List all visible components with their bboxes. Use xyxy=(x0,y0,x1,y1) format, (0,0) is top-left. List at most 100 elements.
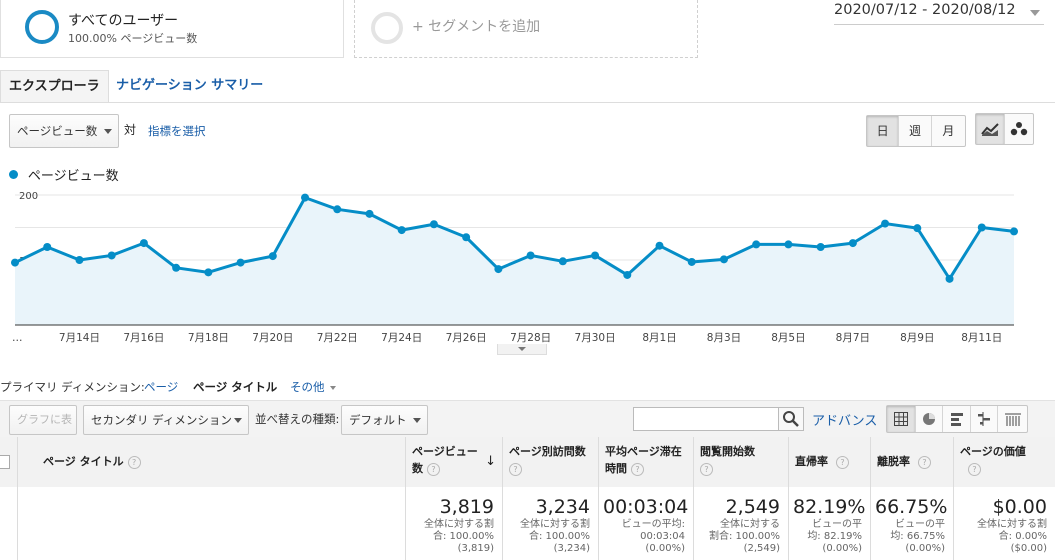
view-pivot-button[interactable] xyxy=(998,406,1027,432)
total-note-2: 均: 82.19% xyxy=(807,531,862,542)
pageviews-chart: 100200…7月14日7月16日7月18日7月20日7月22日7月24日7月2… xyxy=(11,191,1018,344)
add-segment-label: + セグメントを追加 xyxy=(412,19,541,35)
data-point xyxy=(333,205,342,214)
bar-chart-icon xyxy=(950,413,963,426)
data-point xyxy=(1010,227,1018,236)
secondary-dimension-label: セカンダリ ディメンション xyxy=(91,413,232,427)
select-all-column xyxy=(0,437,18,487)
select-all-checkbox[interactable] xyxy=(0,455,10,469)
view-performance-button[interactable] xyxy=(943,406,971,432)
data-point xyxy=(591,251,600,260)
total-value: 3,819 xyxy=(439,496,494,518)
data-point xyxy=(558,257,567,266)
interval-week-button[interactable]: 週 xyxy=(899,116,932,146)
x-tick-label: 8月9日 xyxy=(900,332,934,344)
motion-chart-button[interactable] xyxy=(1005,114,1033,144)
total-exit-rate: 66.75% ビューの平 均: 66.75% (0.00%) xyxy=(871,487,954,560)
x-tick-label: 7月22日 xyxy=(317,332,358,344)
line-chart-button[interactable] xyxy=(976,114,1005,144)
help-icon: ? xyxy=(836,455,849,469)
total-note-3: (0.00%) xyxy=(822,543,862,554)
total-value: 00:03:04 xyxy=(603,496,689,518)
dimension-other-dropdown[interactable]: その他 xyxy=(290,379,337,395)
data-point xyxy=(881,219,890,228)
data-point xyxy=(848,239,857,248)
total-note-3: (0.00%) xyxy=(645,543,685,554)
chart-type-toggle xyxy=(975,113,1034,145)
x-tick-label: 8月3日 xyxy=(707,332,741,344)
help-icon: ? xyxy=(427,462,440,476)
totals-select-cell xyxy=(0,487,18,560)
column-page-value-label: ページの価値 xyxy=(960,445,1026,458)
total-note-1: ビューの平 xyxy=(812,519,862,530)
tab-navigation-summary[interactable]: ナビゲーション サマリー xyxy=(116,70,263,102)
view-pie-button[interactable] xyxy=(916,406,944,432)
add-segment-button[interactable]: + セグメントを追加 xyxy=(354,0,698,58)
column-bounce-rate[interactable]: 直帰率? xyxy=(789,437,871,487)
sort-type-value: デフォルト xyxy=(349,413,407,427)
help-icon: ? xyxy=(631,462,644,476)
total-note-2: 均: 66.75% xyxy=(890,531,945,542)
data-point xyxy=(526,251,535,260)
help-icon: ? xyxy=(918,455,931,469)
total-note-1: 全体に対する割 xyxy=(977,519,1047,530)
x-tick-label: 7月16日 xyxy=(123,332,164,344)
legend-dot-icon xyxy=(9,170,18,179)
y-tick-label: 200 xyxy=(19,191,38,202)
data-point xyxy=(784,240,793,249)
data-point xyxy=(687,257,696,266)
help-icon: ? xyxy=(700,462,713,476)
view-type-toggle xyxy=(886,405,1028,433)
chevron-down-icon xyxy=(1030,10,1040,16)
table-search-input[interactable] xyxy=(633,407,779,431)
column-avg-time[interactable]: 平均ページ滞在 時間? xyxy=(599,437,694,487)
date-range-picker[interactable]: 2020/07/12 - 2020/08/12 xyxy=(834,2,1044,25)
interval-month-button[interactable]: 月 xyxy=(932,116,965,146)
search-button[interactable] xyxy=(778,407,804,431)
interval-day-button[interactable]: 日 xyxy=(867,116,900,146)
chart-expand-handle[interactable] xyxy=(497,344,547,355)
total-value: 2,549 xyxy=(725,496,780,518)
total-entrances: 2,549 全体に対する 割合: 100.00% (2,549) xyxy=(694,487,789,560)
totals-label-cell xyxy=(18,487,406,560)
total-value: $0.00 xyxy=(992,496,1047,518)
column-unique-pageviews[interactable]: ページ別訪問数 ? xyxy=(503,437,599,487)
total-avg-time: 00:03:04 ビューの平均: 00:03:04 (0.00%) xyxy=(599,487,694,560)
data-point xyxy=(236,258,245,267)
total-unique-pageviews: 3,234 全体に対する割 合: 100.00% (3,234) xyxy=(503,487,599,560)
interval-toggle: 日 週 月 xyxy=(866,115,966,147)
sort-type-select[interactable]: デフォルト xyxy=(341,405,428,435)
column-page-title-label: ページ タイトル xyxy=(43,455,124,468)
column-exit-rate[interactable]: 離脱率? xyxy=(871,437,954,487)
dimension-page-link[interactable]: ページ xyxy=(144,379,178,395)
dimension-page-title-selected[interactable]: ページ タイトル xyxy=(193,379,277,395)
column-pageviews-label: ページビュー xyxy=(412,445,478,458)
data-point xyxy=(719,255,728,264)
tab-divider xyxy=(0,102,1055,103)
view-comparison-button[interactable] xyxy=(971,406,999,432)
x-tick-label: 7月24日 xyxy=(381,332,422,344)
data-point xyxy=(913,224,922,233)
tab-explorer[interactable]: エクスプローラ xyxy=(0,70,109,103)
data-point xyxy=(139,239,148,248)
choose-metric-link[interactable]: 指標を選択 xyxy=(148,123,206,139)
advanced-filter-link[interactable]: アドバンス xyxy=(812,410,877,429)
chevron-down-icon xyxy=(104,129,112,134)
total-page-value: $0.00 全体に対する割 合: 0.00% ($0.00) xyxy=(954,487,1055,560)
total-note-2: 合: 100.00% xyxy=(432,531,494,542)
comparison-icon xyxy=(978,412,991,426)
view-table-button[interactable] xyxy=(887,406,916,432)
metric-select[interactable]: ページビュー数 xyxy=(9,114,119,148)
total-value: 3,234 xyxy=(535,496,590,518)
segment-all-users[interactable]: すべてのユーザー 100.00% ページビュー数 xyxy=(0,0,344,58)
secondary-dimension-select[interactable]: セカンダリ ディメンション xyxy=(83,405,249,435)
column-pageviews[interactable]: ページビュー 数? ↓ xyxy=(406,437,503,487)
plot-rows-button[interactable]: グラフに表示 xyxy=(9,405,77,454)
total-note-3: (0.00%) xyxy=(905,543,945,554)
column-page-title[interactable]: ページ タイトル? xyxy=(18,437,406,487)
column-page-value[interactable]: ページの価値 ? xyxy=(954,437,1055,487)
column-entrances[interactable]: 閲覧開始数 ? xyxy=(694,437,789,487)
table-grid-icon xyxy=(893,412,908,426)
column-exit-rate-label: 離脱率 xyxy=(877,455,910,468)
metric-select-value: ページビュー数 xyxy=(17,124,98,138)
